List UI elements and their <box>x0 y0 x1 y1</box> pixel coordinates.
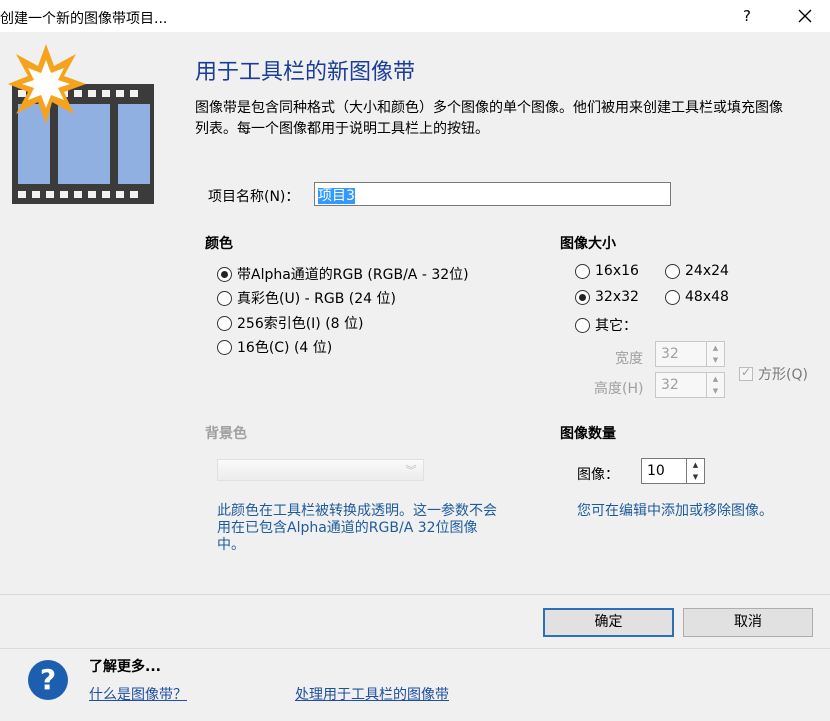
radio-button <box>575 289 590 305</box>
learn-more-heading: 了解更多... <box>89 659 161 675</box>
divider <box>0 594 830 595</box>
radio-button <box>665 289 680 305</box>
project-name-input[interactable]: 项目3 <box>314 182 671 206</box>
spin-down-icon[interactable]: ▼ <box>687 471 704 483</box>
image-count-spinner[interactable]: 10 ▲ ▼ <box>641 458 705 484</box>
image-size-title: 图像大小 <box>560 236 616 252</box>
help-button[interactable]: ? <box>732 4 762 28</box>
radio-button <box>665 263 680 279</box>
background-note: 此颜色在工具栏被转换成透明。这一参数不会用在已包含Alpha通道的RGB/A 3… <box>217 503 497 553</box>
radio-button <box>217 339 232 355</box>
height-label: 高度(H) <box>594 381 644 397</box>
size-option-32x32[interactable]: 32x32 <box>575 289 639 305</box>
size-option-24x24[interactable]: 24x24 <box>665 263 729 279</box>
window-title: 创建一个新的图像带项目... <box>0 11 168 27</box>
radio-button <box>575 317 590 333</box>
spin-down-icon[interactable]: ▼ <box>707 385 724 397</box>
spin-up-icon[interactable]: ▲ <box>687 459 704 471</box>
square-checkbox[interactable]: 方形(Q) <box>739 364 808 384</box>
description-text: 图像带是包含同种格式（大小和颜色）多个图像的单个图像。他们被用来创建工具栏或填充… <box>195 100 783 137</box>
close-icon <box>798 9 812 23</box>
color-option-rgb24[interactable]: 真彩色(U) - RGB (24 位) <box>217 288 396 308</box>
spin-up-icon[interactable]: ▲ <box>707 342 724 354</box>
image-count-title: 图像数量 <box>560 426 616 442</box>
project-name-value: 项目3 <box>318 188 355 204</box>
page-heading: 用于工具栏的新图像带 <box>195 60 416 85</box>
radio-button <box>217 290 232 306</box>
image-count-label: 图像： <box>577 467 619 483</box>
size-option-48x48[interactable]: 48x48 <box>665 289 729 305</box>
spin-down-icon[interactable]: ▼ <box>707 354 724 366</box>
width-value: 32 <box>661 346 679 362</box>
width-spinner[interactable]: 32 ▲ ▼ <box>655 341 725 367</box>
ok-button[interactable]: 确定 <box>543 608 674 637</box>
radio-button <box>575 263 590 279</box>
size-option-16x16[interactable]: 16x16 <box>575 263 639 279</box>
color-option-16[interactable]: 16色(C) (4 位) <box>217 337 332 357</box>
cancel-button[interactable]: 取消 <box>683 608 813 637</box>
height-value: 32 <box>661 377 679 393</box>
width-label: 宽度 <box>615 351 643 367</box>
link-working-with-image-strips[interactable]: 处理用于工具栏的图像带 <box>295 684 449 704</box>
size-option-other[interactable]: 其它： <box>575 315 637 335</box>
project-name-label: 项目名称(N)： <box>208 189 300 205</box>
height-spinner[interactable]: 32 ▲ ▼ <box>655 372 725 398</box>
image-count-note: 您可在编辑中添加或移除图像。 <box>577 503 773 519</box>
background-color-select[interactable]: ︾ <box>217 459 424 481</box>
image-count-value: 10 <box>647 463 665 479</box>
help-circle-icon: ? <box>28 660 68 700</box>
spin-up-icon[interactable]: ▲ <box>707 373 724 385</box>
checkbox <box>739 365 753 381</box>
color-option-256[interactable]: 256索引色(I) (8 位) <box>217 313 364 333</box>
radio-button <box>217 315 232 331</box>
radio-button <box>217 266 232 282</box>
background-color-title: 背景色 <box>205 426 247 442</box>
chevron-down-icon: ︾ <box>405 464 417 477</box>
filmstrip-icon <box>8 44 158 210</box>
color-section-title: 颜色 <box>205 236 233 252</box>
link-what-is-image-strip[interactable]: 什么是图像带？ <box>89 684 187 704</box>
color-option-rgba32[interactable]: 带Alpha通道的RGB (RGB/A - 32位) <box>217 264 469 284</box>
close-button[interactable] <box>788 4 822 28</box>
